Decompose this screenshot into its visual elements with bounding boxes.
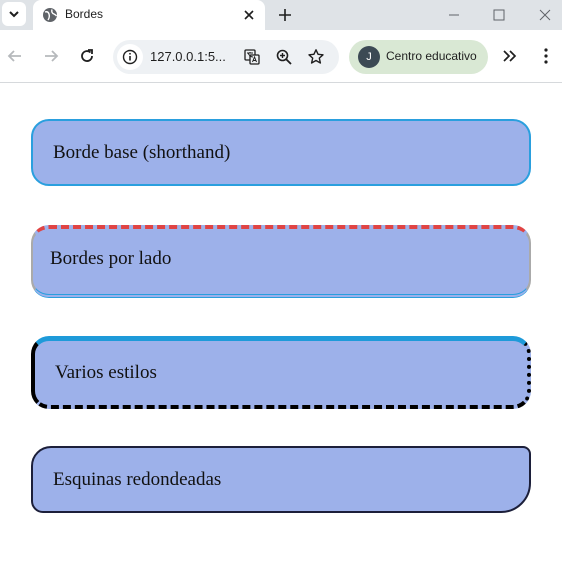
avatar: J bbox=[358, 46, 380, 68]
tab-search-button[interactable] bbox=[2, 2, 26, 26]
chevron-down-icon bbox=[9, 11, 19, 18]
tab-title: Bordes bbox=[65, 7, 104, 21]
menu-kebab-icon[interactable] bbox=[536, 46, 556, 66]
bookmark-star-icon[interactable] bbox=[307, 48, 325, 66]
box-label: Bordes por lado bbox=[50, 247, 172, 269]
box-label: Varios estilos bbox=[55, 362, 157, 383]
site-info-button[interactable] bbox=[117, 44, 143, 70]
profile-button[interactable]: J Centro educativo bbox=[349, 40, 488, 74]
translate-icon[interactable] bbox=[243, 48, 261, 66]
maximize-icon[interactable] bbox=[489, 5, 509, 25]
new-tab-plus-icon[interactable] bbox=[276, 6, 294, 24]
back-arrow-icon[interactable] bbox=[5, 46, 25, 66]
close-icon[interactable] bbox=[241, 7, 257, 23]
minimize-icon[interactable] bbox=[444, 5, 464, 25]
rounded-corners-box: Esquinas redondeadas bbox=[31, 446, 531, 513]
box-label: Borde base (shorthand) bbox=[53, 141, 231, 163]
border-shorthand-box: Borde base (shorthand) bbox=[31, 119, 531, 186]
address-bar[interactable]: 127.0.0.1:5... bbox=[113, 40, 339, 74]
profile-name: Centro educativo bbox=[386, 49, 477, 63]
zoom-icon[interactable] bbox=[275, 48, 293, 66]
url-text[interactable]: 127.0.0.1:5... bbox=[150, 49, 226, 64]
window-close-icon[interactable] bbox=[535, 5, 555, 25]
browser-toolbar: 127.0.0.1:5... J Centro educativo bbox=[0, 30, 562, 83]
page-content: Borde base (shorthand) Bordes por lado V… bbox=[0, 83, 562, 565]
border-mixed-styles-box: Varios estilos bbox=[31, 336, 531, 409]
border-per-side-box: Bordes por lado bbox=[31, 225, 531, 298]
forward-arrow-icon[interactable] bbox=[41, 46, 61, 66]
globe-icon bbox=[43, 8, 58, 22]
reload-icon[interactable] bbox=[77, 46, 97, 66]
info-icon bbox=[122, 49, 138, 65]
box-label: Esquinas redondeadas bbox=[53, 468, 222, 490]
tab-strip: Bordes bbox=[0, 0, 562, 30]
active-tab[interactable]: Bordes bbox=[33, 0, 265, 30]
extensions-chevron-icon[interactable] bbox=[500, 46, 520, 66]
